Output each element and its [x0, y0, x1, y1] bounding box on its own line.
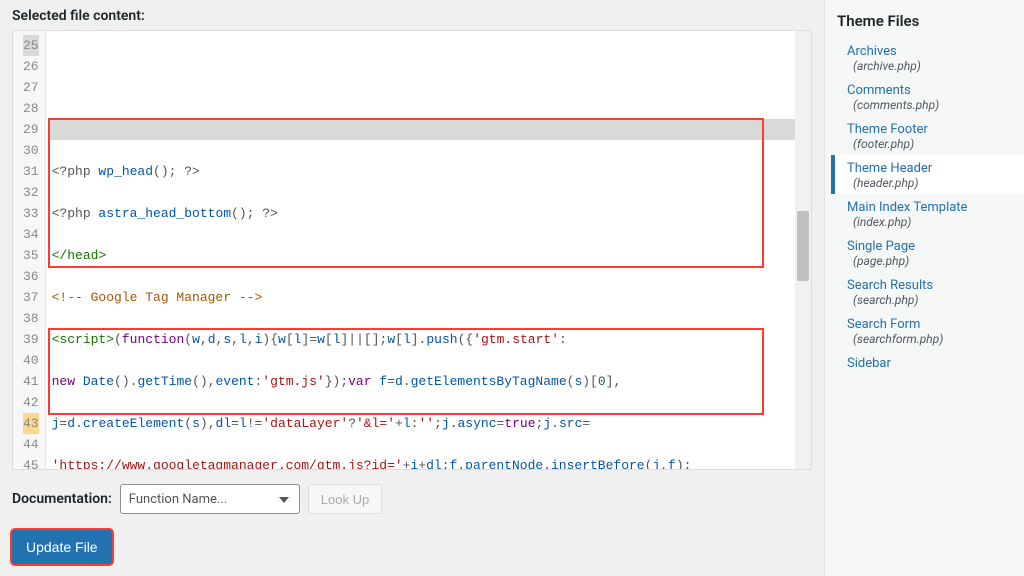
- theme-file-meta: (index.php): [853, 215, 1014, 229]
- theme-file-meta: (page.php): [853, 254, 1014, 268]
- code-area[interactable]: <?php wp_head(); ?> <?php astra_head_bot…: [46, 31, 811, 469]
- code-line[interactable]: 'https://www.googletagmanager.com/gtm.js…: [50, 455, 811, 469]
- theme-files-panel: Theme Files Archives(archive.php)Comment…: [824, 0, 1024, 576]
- theme-file-item[interactable]: Theme Footer(footer.php): [831, 116, 1024, 155]
- theme-file-name: Sidebar: [847, 356, 1014, 371]
- theme-file-item[interactable]: Archives(archive.php): [831, 38, 1024, 77]
- code-line[interactable]: <!-- Google Tag Manager -->: [50, 287, 811, 308]
- vertical-scrollbar[interactable]: [795, 31, 811, 469]
- line-number-gutter: 2526272829303132333435363738394041424344…: [13, 31, 46, 469]
- function-name-select[interactable]: Function Name...: [120, 484, 300, 514]
- scrollbar-thumb[interactable]: [797, 211, 809, 281]
- editor-panel: Selected file content: 25262728293031323…: [0, 0, 824, 576]
- theme-file-item[interactable]: Main Index Template(index.php): [831, 194, 1024, 233]
- code-line[interactable]: <?php wp_head(); ?>: [50, 161, 811, 182]
- theme-file-item[interactable]: Search Results(search.php): [831, 272, 1024, 311]
- code-line[interactable]: [50, 119, 811, 140]
- theme-file-item[interactable]: Comments(comments.php): [831, 77, 1024, 116]
- app-container: Selected file content: 25262728293031323…: [0, 0, 1024, 576]
- function-name-placeholder: Function Name...: [129, 492, 227, 507]
- theme-file-meta: (search.php): [853, 293, 1014, 307]
- theme-file-name: Main Index Template: [847, 200, 1014, 215]
- theme-file-list: Archives(archive.php)Comments(comments.p…: [831, 38, 1024, 375]
- theme-file-name: Theme Footer: [847, 122, 1014, 137]
- code-line[interactable]: <script>(function(w,d,s,l,i){w[l]=w[l]||…: [50, 329, 811, 350]
- theme-file-item[interactable]: Search Form(searchform.php): [831, 311, 1024, 350]
- documentation-row: Documentation: Function Name... Look Up: [12, 484, 812, 514]
- editor-title: Selected file content:: [12, 8, 812, 24]
- theme-file-meta: (comments.php): [853, 98, 1014, 112]
- code-line[interactable]: j=d.createElement(s),dl=l!='dataLayer'?'…: [50, 413, 811, 434]
- theme-file-item[interactable]: Single Page(page.php): [831, 233, 1024, 272]
- code-line[interactable]: </head>: [50, 245, 811, 266]
- theme-file-name: Comments: [847, 83, 1014, 98]
- theme-file-meta: (header.php): [853, 176, 1014, 190]
- code-line[interactable]: new Date().getTime(),event:'gtm.js'});va…: [50, 371, 811, 392]
- update-file-button[interactable]: Update File: [12, 530, 112, 564]
- lookup-button[interactable]: Look Up: [308, 484, 382, 514]
- code-line[interactable]: <?php astra_head_bottom(); ?>: [50, 203, 811, 224]
- theme-file-meta: (archive.php): [853, 59, 1014, 73]
- theme-file-item[interactable]: Theme Header(header.php): [831, 155, 1024, 194]
- documentation-label: Documentation:: [12, 491, 112, 507]
- theme-file-name: Archives: [847, 44, 1014, 59]
- code-editor[interactable]: 2526272829303132333435363738394041424344…: [12, 30, 812, 470]
- theme-file-name: Single Page: [847, 239, 1014, 254]
- theme-file-name: Search Form: [847, 317, 1014, 332]
- theme-file-meta: (footer.php): [853, 137, 1014, 151]
- theme-file-meta: (searchform.php): [853, 332, 1014, 346]
- theme-file-name: Theme Header: [847, 161, 1014, 176]
- theme-file-item[interactable]: Sidebar: [831, 350, 1024, 375]
- theme-files-title: Theme Files: [831, 8, 1024, 38]
- theme-file-name: Search Results: [847, 278, 1014, 293]
- update-row: Update File: [12, 530, 812, 564]
